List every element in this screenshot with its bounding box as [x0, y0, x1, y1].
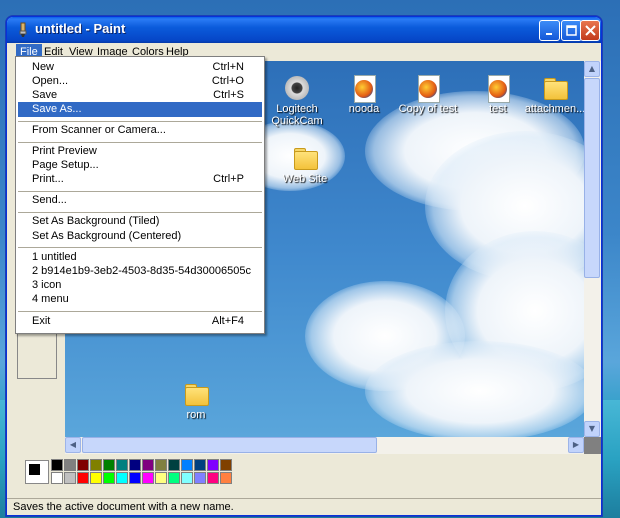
palette-swatch[interactable] — [77, 472, 89, 484]
vertical-scrollbar[interactable]: ▲ ▼ — [584, 61, 601, 437]
palette-swatch[interactable] — [103, 459, 115, 471]
paint-app-icon — [19, 22, 27, 37]
palette-swatch[interactable] — [77, 459, 89, 471]
menu-item-recent-4[interactable]: 4 menu — [18, 292, 262, 307]
menu-item-new[interactable]: New Ctrl+N — [18, 60, 262, 75]
desktop-icon-nooda[interactable]: nooda — [329, 75, 399, 115]
menu-item-send[interactable]: Send... — [18, 193, 262, 208]
menu-item-recent-2[interactable]: 2 b914e1b9-3eb2-4503-8d35-54d30006505c — [18, 264, 262, 279]
title-bar[interactable]: untitled - Paint — [7, 17, 601, 43]
palette-swatch[interactable] — [90, 472, 102, 484]
menu-separator — [18, 191, 262, 192]
menu-item-recent-1[interactable]: 1 untitled — [18, 250, 262, 265]
menu-item-from-scanner[interactable]: From Scanner or Camera... — [18, 123, 262, 138]
desktop-icon-web-site[interactable]: Web Site — [270, 145, 340, 185]
menu-item-set-background-centered[interactable]: Set As Background (Centered) — [18, 229, 262, 244]
palette-swatch[interactable] — [129, 459, 141, 471]
menu-separator — [18, 212, 262, 213]
maximize-button[interactable] — [561, 20, 582, 41]
palette-swatch[interactable] — [64, 472, 76, 484]
palette-swatch[interactable] — [129, 472, 141, 484]
palette-swatch[interactable] — [51, 472, 63, 484]
palette-swatch[interactable] — [64, 459, 76, 471]
palette-swatch[interactable] — [90, 459, 102, 471]
palette-swatch[interactable] — [103, 472, 115, 484]
horizontal-scrollbar[interactable]: ◀ ▶ — [65, 437, 584, 454]
color-palette — [7, 454, 601, 498]
primary-color — [28, 463, 41, 476]
desktop-icon-logitech-quickcam[interactable]: Logitech QuickCam — [262, 75, 332, 127]
folder-icon — [544, 81, 568, 100]
menu-separator — [18, 311, 262, 312]
close-icon — [585, 25, 596, 36]
vertical-scroll-thumb[interactable] — [584, 78, 600, 278]
current-colors[interactable] — [25, 460, 49, 484]
scroll-left-button[interactable]: ◀ — [65, 437, 81, 453]
scroll-right-button[interactable]: ▶ — [568, 437, 584, 453]
palette-swatch[interactable] — [220, 472, 232, 484]
firefox-document-icon — [419, 80, 437, 98]
palette-swatch[interactable] — [116, 459, 128, 471]
palette-swatch[interactable] — [194, 472, 206, 484]
palette-swatch[interactable] — [155, 472, 167, 484]
firefox-document-icon — [489, 80, 507, 98]
menu-separator — [18, 142, 262, 143]
status-text: Saves the active document with a new nam… — [13, 501, 234, 513]
folder-icon — [185, 387, 209, 406]
desktop-icon-copy-of-test[interactable]: Copy of test — [393, 75, 463, 115]
palette-swatch[interactable] — [168, 472, 180, 484]
webcam-icon — [285, 76, 309, 100]
palette-swatch[interactable] — [181, 472, 193, 484]
horizontal-scroll-thumb[interactable] — [82, 437, 377, 453]
palette-swatch[interactable] — [220, 459, 232, 471]
menu-item-open[interactable]: Open... Ctrl+O — [18, 74, 262, 89]
menu-item-print[interactable]: Print... Ctrl+P — [18, 172, 262, 187]
palette-swatch[interactable] — [207, 472, 219, 484]
minimize-button[interactable] — [539, 20, 560, 41]
palette-swatch[interactable] — [207, 459, 219, 471]
palette-swatch[interactable] — [181, 459, 193, 471]
menu-item-recent-3[interactable]: 3 icon — [18, 278, 262, 293]
menu-item-save-as[interactable]: Save As... — [18, 102, 262, 117]
maximize-icon — [566, 25, 577, 36]
menu-item-set-background-tiled[interactable]: Set As Background (Tiled) — [18, 214, 262, 229]
window-title: untitled - Paint — [35, 21, 126, 36]
menu-item-print-preview[interactable]: Print Preview — [18, 144, 262, 159]
palette-swatch[interactable] — [51, 459, 63, 471]
file-menu-dropdown: New Ctrl+N Open... Ctrl+O Save Ctrl+S Save … — [15, 56, 265, 334]
scroll-up-button[interactable]: ▲ — [584, 61, 600, 77]
menu-separator — [18, 121, 262, 122]
palette-swatch[interactable] — [155, 459, 167, 471]
palette-swatch[interactable] — [142, 472, 154, 484]
menu-item-save[interactable]: Save Ctrl+S — [18, 88, 262, 103]
palette-swatch[interactable] — [168, 459, 180, 471]
palette-swatch[interactable] — [116, 472, 128, 484]
menu-separator — [18, 247, 262, 248]
close-button[interactable] — [580, 20, 600, 41]
palette-swatch[interactable] — [194, 459, 206, 471]
folder-icon — [294, 151, 318, 170]
status-bar: Saves the active document with a new nam… — [7, 498, 601, 515]
desktop-icon-rom[interactable]: rom — [161, 381, 231, 421]
palette-swatch[interactable] — [142, 459, 154, 471]
desktop-icon-attachments[interactable]: attachmen... — [520, 75, 584, 115]
menu-item-page-setup[interactable]: Page Setup... — [18, 158, 262, 173]
minimize-icon — [546, 33, 552, 35]
menu-item-exit[interactable]: Exit Alt+F4 — [18, 314, 262, 329]
firefox-document-icon — [355, 80, 373, 98]
scroll-down-button[interactable]: ▼ — [584, 421, 600, 437]
